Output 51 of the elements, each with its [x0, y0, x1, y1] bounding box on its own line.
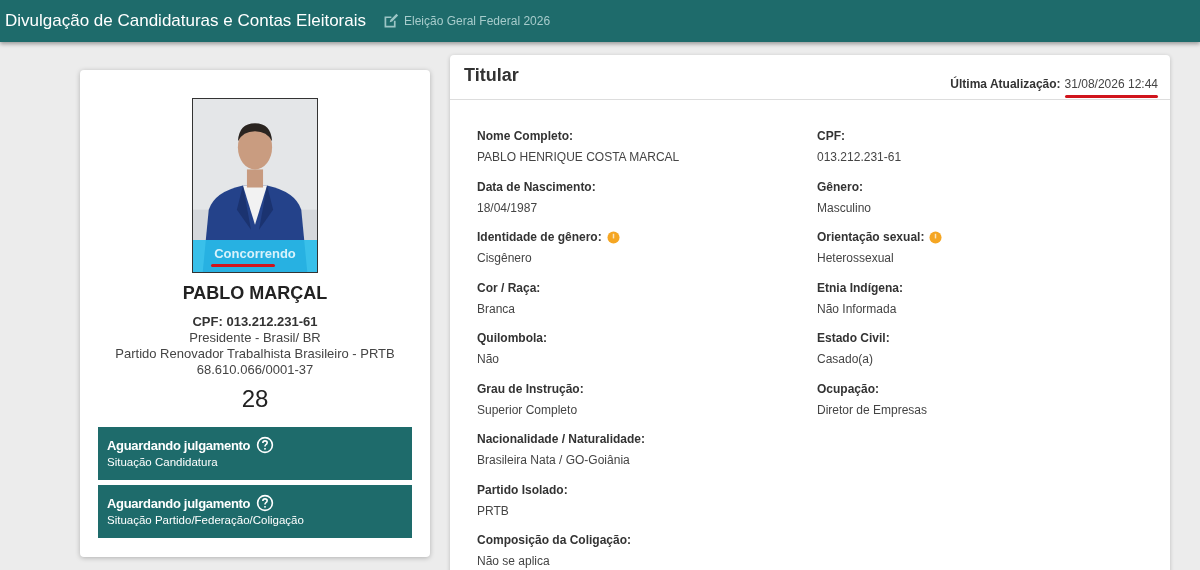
info-icon[interactable]: [606, 230, 620, 244]
update-label: Última Atualização:: [950, 77, 1061, 91]
field-value: Superior Completo: [477, 402, 579, 417]
edit-icon[interactable]: [382, 12, 399, 30]
field-label: Nacionalidade / Naturalidade:: [477, 432, 646, 446]
field-label: Identidade de gênero:: [477, 230, 602, 244]
field-label: Etnia Indígena:: [817, 280, 903, 295]
field-label: Estado Civil:: [817, 331, 890, 345]
field-value: Diretor de Empresas: [817, 402, 929, 417]
field-label: Cor / Raça:: [477, 280, 541, 295]
status-badge: Concorrendo: [193, 240, 317, 272]
field-label: Nome Completo:: [477, 129, 573, 143]
candidate-cpf: CPF: 013.212.231-61: [192, 314, 318, 329]
situation-label: Situação Candidatura: [107, 456, 219, 468]
field-value: PRTB: [477, 503, 510, 518]
update-value: 31/08/2026 12:44: [1064, 77, 1158, 91]
field-value: Branca: [477, 301, 517, 316]
field-value: Não se aplica: [477, 554, 551, 568]
field-value: 013.212.231-61: [817, 150, 903, 164]
field-label: Quilombola:: [477, 331, 547, 345]
field-value: Heterossexual: [817, 251, 895, 265]
info-icon[interactable]: [929, 230, 943, 244]
field-label: Grau de Instrução:: [477, 381, 584, 396]
situation-label: Situação Partido/Federação/Coligação: [107, 514, 305, 526]
field-value: Cisgênero: [477, 251, 533, 265]
candidate-party: Partido Renovador Trabalhista Brasileiro - PRTB: [115, 346, 395, 361]
candidate-name: PABLO MARÇAL: [182, 283, 328, 304]
field-label: Partido Isolado:: [477, 482, 568, 497]
situation-title: Aguardando julgamento: [107, 495, 251, 511]
field-value: Masculino: [817, 200, 873, 215]
field-label: Gênero:: [817, 179, 863, 194]
field-value: Não: [477, 352, 500, 366]
field-value: Não Informada: [817, 301, 898, 316]
field-value: Brasileira Nata / GO-Goiânia: [477, 453, 631, 467]
field-label: Data de Nascimento:: [477, 179, 596, 194]
field-label: CPF:: [817, 129, 845, 143]
panel-title: Titular: [464, 65, 519, 87]
field-value: PABLO HENRIQUE COSTA MARCAL: [477, 150, 681, 164]
field-label: Composição da Coligação:: [477, 533, 632, 547]
field-label: Orientação sexual:: [817, 230, 925, 244]
election-name: Eleição Geral Federal 2026: [404, 14, 551, 28]
help-icon[interactable]: [256, 494, 275, 512]
field-value: Casado(a): [817, 352, 875, 366]
party-cnpj: 68.610.066/0001-37: [196, 362, 314, 377]
candidate-office: Presidente - Brasil/ BR: [189, 330, 321, 345]
field-label: Ocupação:: [817, 381, 879, 396]
help-icon[interactable]: [256, 436, 275, 454]
candidate-number: 28: [241, 385, 269, 413]
field-value: 18/04/1987: [477, 200, 539, 215]
situation-title: Aguardando julgamento: [107, 437, 251, 453]
site-title: Divulgação de Candidaturas e Contas Eleitorais: [5, 11, 366, 31]
